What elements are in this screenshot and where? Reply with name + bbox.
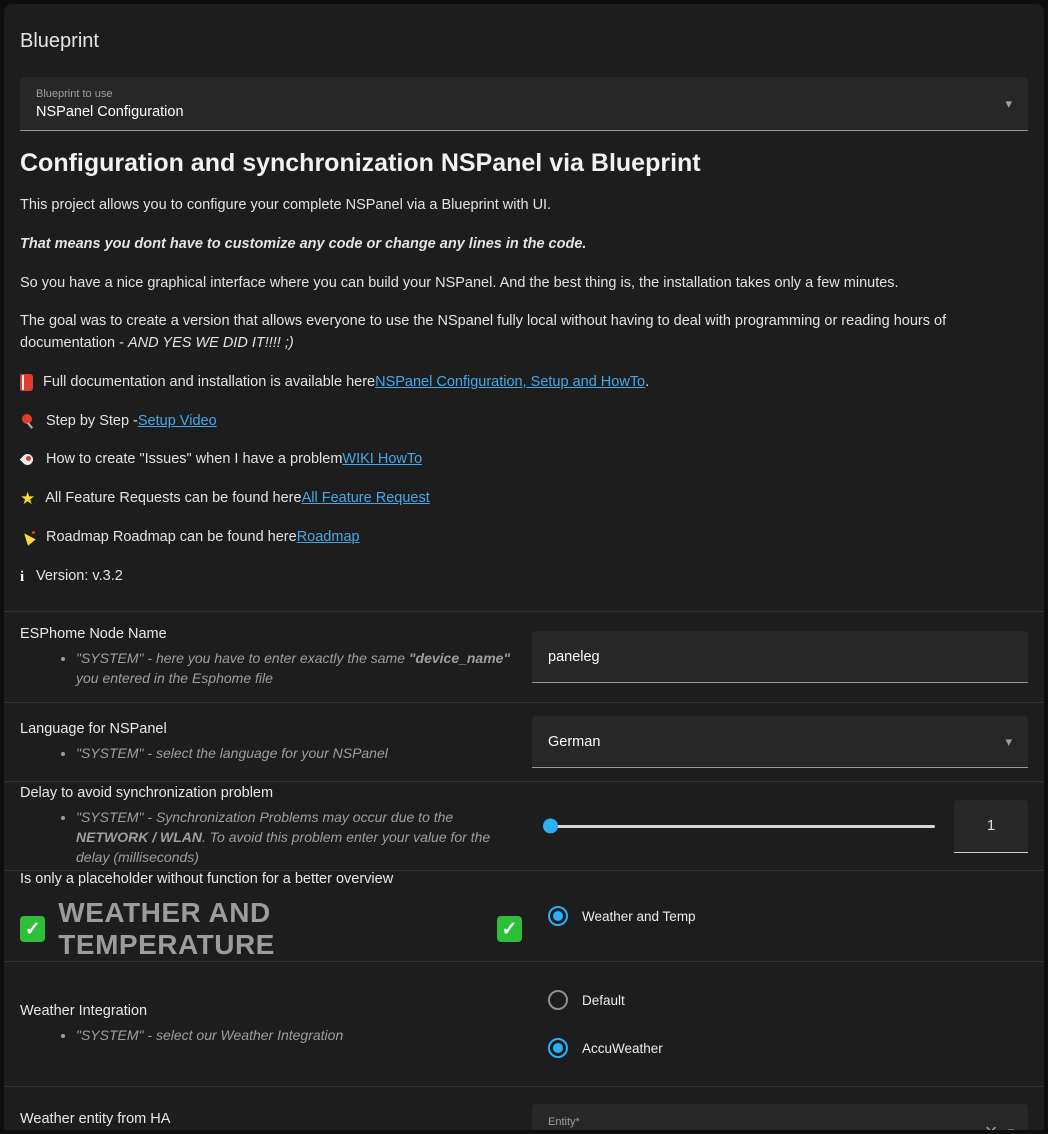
feature-request-line: ★ All Feature Requests can be found here… [20, 488, 1028, 510]
star-icon: ★ [20, 490, 35, 507]
blueprint-select[interactable]: Blueprint to use NSPanel Configuration ▾ [20, 77, 1028, 131]
pushpin-icon [20, 413, 36, 429]
delay-value-input[interactable]: 1 [954, 800, 1028, 853]
description-paragraph: The goal was to create a version that al… [20, 311, 1028, 355]
setting-name: Weather Integration [20, 1003, 522, 1019]
doc-link-line: Full documentation and installation is a… [20, 372, 1028, 394]
version-text: Version: v.3.2 [36, 566, 123, 588]
esphome-node-name-input[interactable]: paneleg [532, 631, 1028, 683]
setting-description: "SYSTEM" - select our Weather Integratio… [76, 1025, 522, 1045]
blueprint-select-label: Blueprint to use [36, 88, 184, 100]
delay-slider[interactable] [532, 811, 941, 841]
setting-name: ESPhome Node Name [20, 626, 522, 642]
page-title: Blueprint [4, 4, 1044, 73]
setting-description: "SYSTEM" - here you have to enter exactl… [76, 648, 522, 689]
setting-name: Delay to avoid synchronization problem [20, 785, 522, 801]
wiki-howto-link[interactable]: WIKI HowTo [342, 449, 422, 471]
roadmap-link[interactable]: Roadmap [297, 527, 360, 549]
radio-selected-icon[interactable] [548, 906, 568, 926]
placeholder-note: Is only a placeholder without function f… [20, 871, 522, 887]
settings-row-language: Language for NSPanel "SYSTEM" - select t… [4, 702, 1044, 781]
setting-name: Weather entity from HA [20, 1111, 522, 1127]
slider-thumb[interactable] [543, 819, 558, 834]
setup-video-line: Step by Step - Setup Video [20, 411, 1028, 433]
blueprint-select-value: NSPanel Configuration [36, 104, 184, 120]
settings-row-esphome-node-name: ESPhome Node Name "SYSTEM" - here you ha… [4, 611, 1044, 702]
settings-row-weather-header: Is only a placeholder without function f… [4, 870, 1044, 961]
settings-row-weather-integration: Weather Integration "SYSTEM" - select ou… [4, 961, 1044, 1086]
slider-track[interactable] [546, 825, 935, 828]
chevron-down-icon: ▾ [1005, 96, 1012, 112]
red-book-icon [20, 374, 33, 391]
description-paragraph: That means you dont have to customize an… [20, 234, 1028, 256]
version-line: i Version: v.3.2 [20, 566, 1028, 589]
party-popper-icon [20, 530, 36, 546]
setting-description: "SYSTEM" - Synchronization Problems may … [76, 807, 522, 868]
blueprint-description: Configuration and synchronization NSPane… [4, 131, 1044, 611]
blueprint-config-card: Blueprint Blueprint to use NSPanel Confi… [4, 4, 1044, 1130]
weather-entity-picker[interactable]: Entity* Home × ▾ [532, 1104, 1028, 1130]
settings-row-delay: Delay to avoid synchronization problem "… [4, 781, 1044, 870]
description-paragraph: This project allows you to configure you… [20, 195, 1028, 217]
feature-request-link[interactable]: All Feature Request [302, 488, 430, 510]
radio-accuweather[interactable]: AccuWeather [532, 1038, 1028, 1058]
settings-row-weather-entity: Weather entity from HA "SYSTEM" - Select… [4, 1086, 1044, 1130]
chevron-down-icon: ▾ [1005, 734, 1012, 750]
description-paragraph: So you have a nice graphical interface w… [20, 273, 1028, 295]
entity-field-label: Entity* [548, 1116, 975, 1128]
setting-description: "SYSTEM" - select the language for your … [76, 743, 522, 763]
language-select[interactable]: German ▾ [532, 716, 1028, 768]
radio-default[interactable]: Default [532, 990, 1028, 1010]
rocket-icon [20, 452, 36, 468]
radio-weather-and-temp[interactable]: Weather and Temp [532, 906, 1028, 926]
description-heading: Configuration and synchronization NSPane… [20, 149, 1028, 178]
radio-selected-icon[interactable] [548, 1038, 568, 1058]
documentation-link[interactable]: NSPanel Configuration, Setup and HowTo [375, 372, 645, 394]
roadmap-line: Roadmap Roadmap can be found here Roadma… [20, 527, 1028, 549]
chevron-down-icon[interactable]: ▾ [1007, 1124, 1014, 1131]
setup-video-link[interactable]: Setup Video [138, 411, 217, 433]
info-icon: i [20, 566, 30, 589]
radio-unselected-icon[interactable] [548, 990, 568, 1010]
setting-name: Language for NSPanel [20, 721, 522, 737]
clear-icon[interactable]: × [975, 1121, 1008, 1131]
check-mark-icon: ✓ [20, 916, 45, 942]
check-mark-icon: ✓ [497, 916, 522, 942]
section-heading: WEATHER AND TEMPERATURE [58, 897, 483, 961]
wiki-howto-line: How to create "Issues" when I have a pro… [20, 449, 1028, 471]
